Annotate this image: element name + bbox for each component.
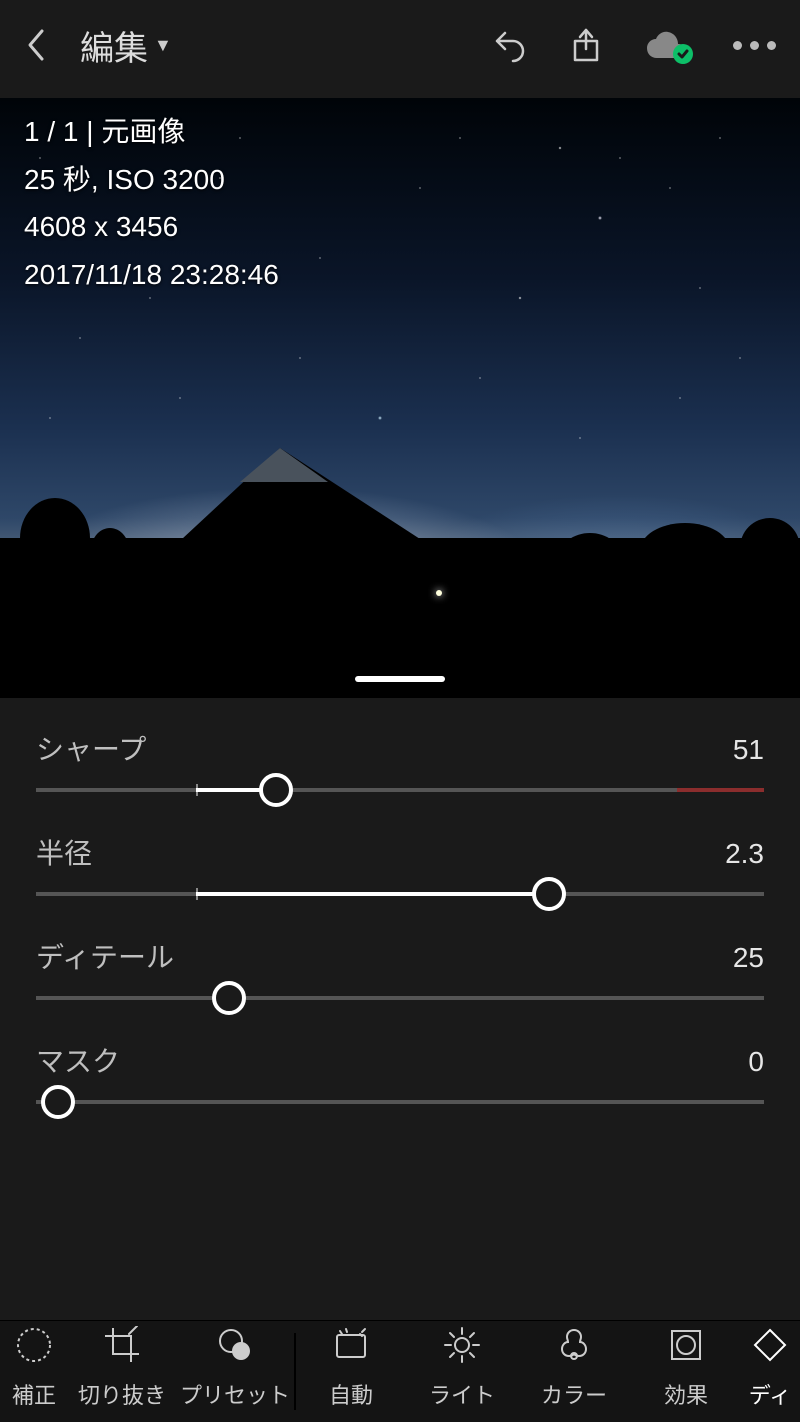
slider-label: シャープ <box>36 728 146 768</box>
share-icon[interactable] <box>571 27 601 63</box>
detail-icon <box>751 1326 789 1370</box>
filmstrip-handle[interactable] <box>355 676 445 682</box>
tab-detail[interactable]: ディ <box>742 1321 798 1422</box>
tab-label: ディ <box>749 1378 791 1410</box>
meta-counter: 1 / 1 | 元画像 <box>24 108 279 156</box>
tab-label: ライト <box>429 1378 495 1410</box>
slider-track[interactable] <box>36 892 764 896</box>
lens-icon <box>15 1326 53 1370</box>
slider-label: 半径 <box>36 832 92 872</box>
auto-icon <box>332 1326 370 1370</box>
slider-track[interactable] <box>36 788 764 792</box>
tab-crop[interactable]: 切り抜き <box>68 1321 176 1422</box>
tab-label: 自動 <box>329 1378 373 1410</box>
slider-detail: ディテール 25 <box>36 936 764 1000</box>
detail-sliders-panel: シャープ 51 半径 2.3 ディテール 25 マスク 0 <box>0 698 800 1104</box>
meta-dimensions: 4608 x 3456 <box>24 203 279 251</box>
meta-exposure: 25 秒, ISO 3200 <box>24 156 279 204</box>
tab-label: プリセット <box>180 1378 290 1410</box>
tab-preset[interactable]: プリセット <box>176 1321 294 1422</box>
crop-icon <box>103 1326 141 1370</box>
slider-value: 51 <box>733 734 764 766</box>
slider-value: 0 <box>748 1046 764 1078</box>
tool-tabs: 補正切り抜きプリセット 自動 ライト カラー 効果 ディ <box>0 1320 800 1422</box>
cloud-sync-button[interactable] <box>645 30 689 60</box>
slider-handle[interactable] <box>212 981 246 1015</box>
screen-title: 編集 <box>80 21 148 70</box>
slider-handle[interactable] <box>259 773 293 807</box>
tab-lens[interactable]: 補正 <box>0 1321 68 1422</box>
caret-down-icon: ▼ <box>154 35 172 56</box>
slider-sharp: シャープ 51 <box>36 728 764 792</box>
color-icon <box>555 1326 593 1370</box>
screen-title-dropdown[interactable]: 編集 ▼ <box>80 21 172 70</box>
preset-icon <box>216 1326 254 1370</box>
tab-label: 効果 <box>664 1378 708 1410</box>
app-header: 編集 ▼ <box>0 0 800 90</box>
slider-label: マスク <box>36 1040 120 1080</box>
undo-icon[interactable] <box>491 27 527 63</box>
tab-label: カラー <box>541 1378 607 1410</box>
photo-metadata: 1 / 1 | 元画像 25 秒, ISO 3200 4608 x 3456 2… <box>24 108 279 298</box>
slider-value: 2.3 <box>725 838 764 870</box>
tab-light[interactable]: ライト <box>406 1321 518 1422</box>
slider-handle[interactable] <box>41 1085 75 1119</box>
slider-radius: 半径 2.3 <box>36 832 764 896</box>
meta-timestamp: 2017/11/18 23:28:46 <box>24 251 279 299</box>
tab-effect[interactable]: 効果 <box>630 1321 742 1422</box>
tab-auto[interactable]: 自動 <box>296 1321 406 1422</box>
slider-mask: マスク 0 <box>36 1040 764 1104</box>
tab-label: 切り抜き <box>78 1378 166 1410</box>
tab-label: 補正 <box>12 1378 56 1410</box>
slider-track[interactable] <box>36 1100 764 1104</box>
back-icon[interactable] <box>24 27 48 63</box>
tab-color[interactable]: カラー <box>518 1321 630 1422</box>
light-icon <box>443 1326 481 1370</box>
check-badge-icon <box>673 44 693 64</box>
slider-value: 25 <box>733 942 764 974</box>
more-icon[interactable] <box>733 41 776 50</box>
slider-label: ディテール <box>36 936 174 976</box>
effect-icon <box>667 1326 705 1370</box>
slider-track[interactable] <box>36 996 764 1000</box>
slider-handle[interactable] <box>532 877 566 911</box>
